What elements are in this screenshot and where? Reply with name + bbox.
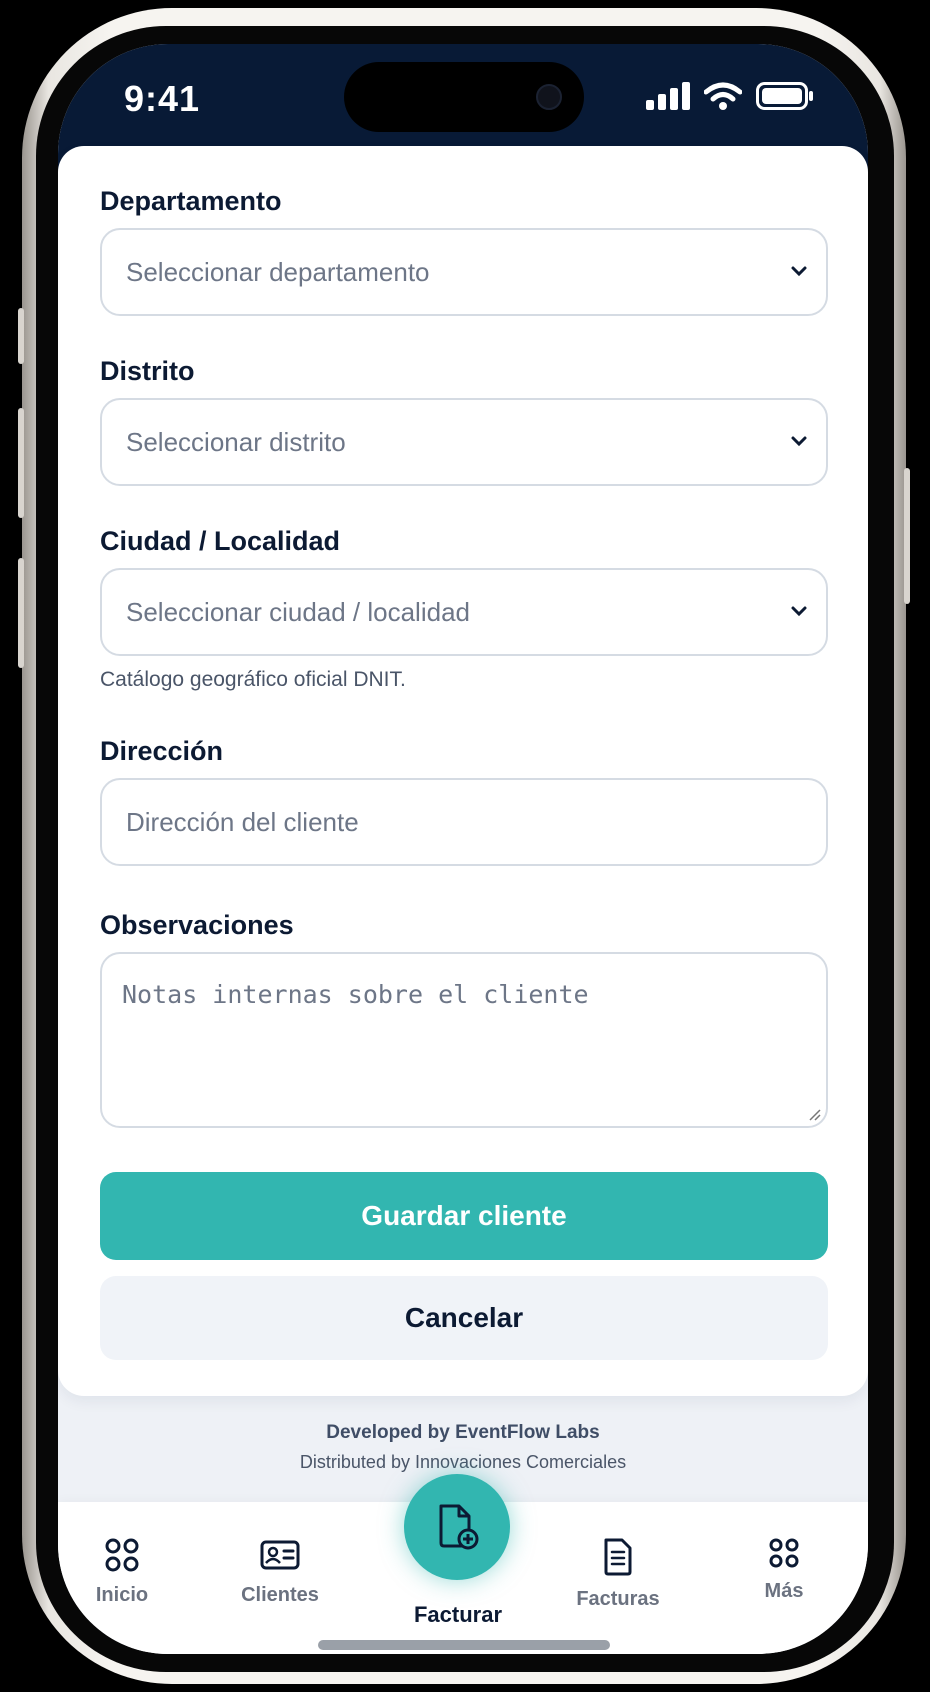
distributor-credit: Distributed by Innovaciones Comerciales: [299, 1452, 627, 1472]
action-button: [18, 308, 24, 364]
new-document-icon: [439, 1504, 479, 1550]
departamento-label: Departamento: [100, 186, 282, 216]
cancel-button[interactable]: Cancelar: [100, 1276, 828, 1360]
volume-down-button: [18, 558, 24, 668]
departamento-value: Seleccionar departamento: [126, 257, 430, 287]
ciudad-select[interactable]: Seleccionar ciudad / localidad: [100, 568, 828, 656]
bottom-tab-bar: Inicio Clientes Facturar Facturas Más: [58, 1474, 868, 1654]
id-card-icon: [260, 1540, 300, 1570]
wifi-icon: [704, 82, 742, 110]
developer-credit: Developed by EventFlow Labs: [326, 1422, 600, 1443]
tab-facturar-button[interactable]: [404, 1474, 510, 1580]
tab-clientes[interactable]: Clientes: [210, 1538, 350, 1607]
distrito-value: Seleccionar distrito: [126, 427, 346, 457]
resize-handle-icon[interactable]: [808, 1108, 822, 1122]
chevron-down-icon: [791, 606, 807, 617]
battery-icon: [756, 82, 813, 110]
home-indicator[interactable]: [318, 1640, 610, 1650]
dynamic-island: [344, 62, 584, 132]
screen: 9:41 Departamento Seleccionar departamen…: [58, 44, 868, 1654]
tab-label: Clientes: [241, 1584, 319, 1606]
chevron-down-icon: [791, 266, 807, 277]
tab-label: Más: [764, 1580, 804, 1602]
grid-icon: [769, 1538, 799, 1568]
client-form-card: Departamento Seleccionar departamento Di…: [58, 146, 868, 1396]
grid-icon: [105, 1538, 139, 1572]
tab-mas[interactable]: Más: [714, 1538, 854, 1603]
direccion-placeholder: Dirección del cliente: [126, 807, 359, 837]
ciudad-help-text: Catálogo geográfico oficial DNIT.: [100, 668, 406, 691]
tab-inicio[interactable]: Inicio: [58, 1538, 192, 1607]
receipt-icon: [604, 1538, 632, 1576]
distrito-select[interactable]: Seleccionar distrito: [100, 398, 828, 486]
status-icons: [646, 82, 814, 110]
power-button: [904, 468, 910, 604]
tab-facturar-label[interactable]: Facturar: [358, 1602, 558, 1628]
direccion-input[interactable]: Dirección del cliente: [100, 778, 828, 866]
signal-icon: [646, 82, 690, 110]
volume-up-button: [18, 408, 24, 518]
observaciones-textarea[interactable]: Notas internas sobre el cliente: [100, 952, 828, 1128]
save-client-button[interactable]: Guardar cliente: [100, 1172, 828, 1260]
observaciones-label: Observaciones: [100, 910, 294, 940]
status-time: 9:41: [124, 78, 201, 119]
tab-label: Inicio: [95, 1584, 149, 1606]
tab-facturas[interactable]: Facturas: [548, 1538, 688, 1611]
observaciones-placeholder: Notas internas sobre el cliente: [122, 980, 589, 1009]
distrito-label: Distrito: [100, 356, 195, 386]
tab-label: Facturas: [576, 1588, 660, 1610]
camera-icon: [536, 84, 562, 110]
chevron-down-icon: [791, 436, 807, 447]
ciudad-label: Ciudad / Localidad: [100, 526, 341, 556]
direccion-label: Dirección: [100, 736, 224, 766]
ciudad-value: Seleccionar ciudad / localidad: [126, 597, 470, 627]
departamento-select[interactable]: Seleccionar departamento: [100, 228, 828, 316]
